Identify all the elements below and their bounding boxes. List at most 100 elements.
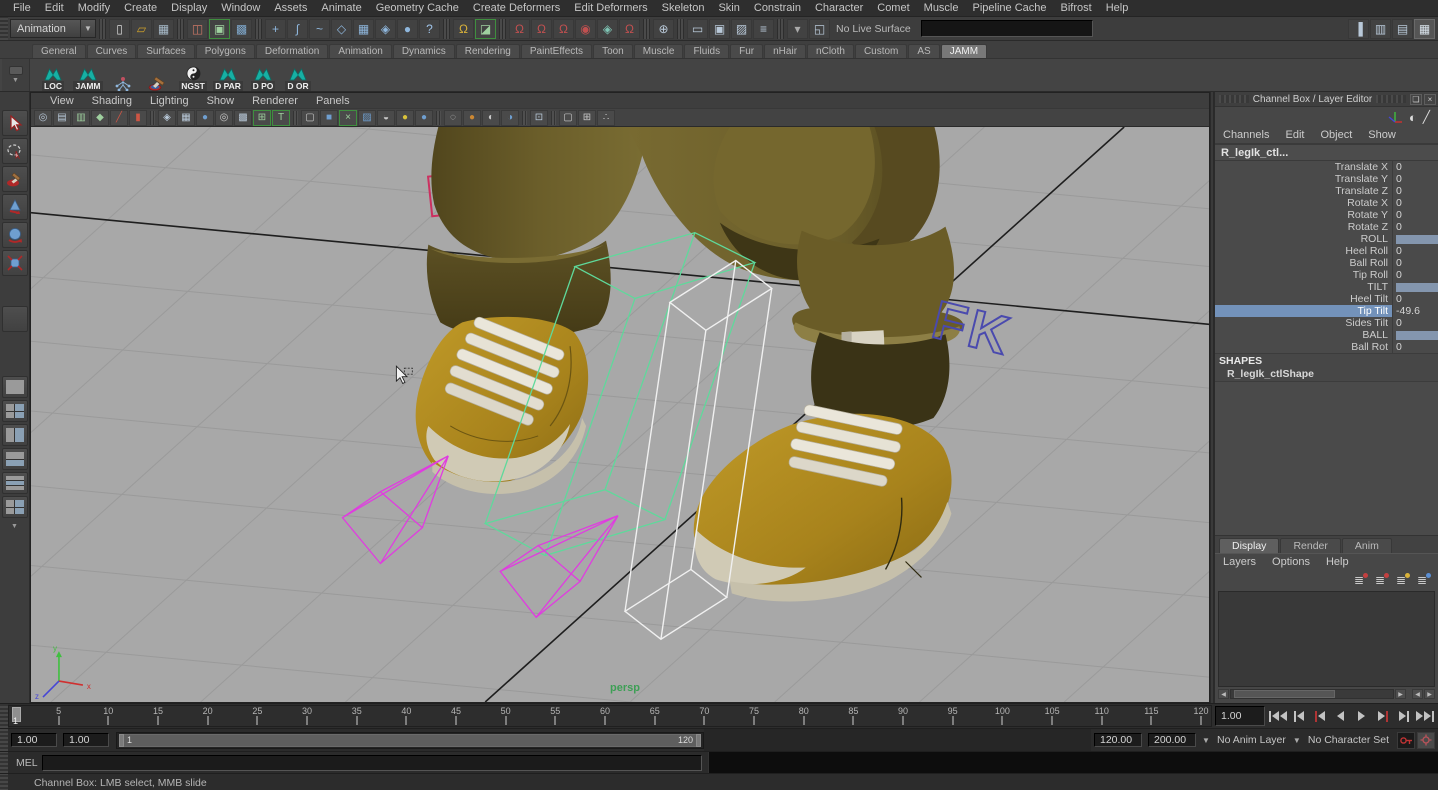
panel-drag-handle[interactable] bbox=[1219, 95, 1249, 103]
channel-box-object-name[interactable]: R_legIk_ctl... bbox=[1215, 144, 1438, 161]
channel-value-field[interactable] bbox=[1392, 329, 1438, 341]
channel-row-roll[interactable]: ROLL bbox=[1215, 233, 1438, 245]
shelf-menu-button[interactable] bbox=[9, 66, 23, 75]
shelf-item-d-par[interactable]: D PAR bbox=[211, 60, 245, 91]
use-default-material-icon[interactable]: ◒ bbox=[377, 110, 395, 126]
panel-menu-lighting[interactable]: Lighting bbox=[141, 95, 198, 107]
xray-icon[interactable]: ▢ bbox=[559, 110, 577, 126]
shelf-item-d-po[interactable]: D PO bbox=[246, 60, 280, 91]
character-left-leg[interactable] bbox=[416, 127, 648, 494]
channel-label[interactable]: Tip Tilt bbox=[1215, 305, 1392, 317]
modeling-toolkit-toggle-icon[interactable]: ▐ bbox=[1348, 19, 1369, 39]
shelf-tab-animation[interactable]: Animation bbox=[329, 44, 391, 58]
channel-row-translate-y[interactable]: Translate Y0 bbox=[1215, 173, 1438, 185]
status-line-separator[interactable] bbox=[677, 19, 684, 39]
menu-geometry-cache[interactable]: Geometry Cache bbox=[369, 2, 466, 14]
shelf-item-ngst[interactable]: NGST bbox=[176, 60, 210, 91]
range-slider[interactable]: 1 120 bbox=[116, 732, 704, 749]
menu-animate[interactable]: Animate bbox=[314, 2, 368, 14]
channel-value-field[interactable] bbox=[1392, 281, 1438, 293]
menu-constrain[interactable]: Constrain bbox=[747, 2, 808, 14]
menu-bifrost[interactable]: Bifrost bbox=[1054, 2, 1099, 14]
snap-to-point-icon[interactable]: Ω bbox=[553, 19, 574, 39]
create-layer-from-selected-icon[interactable]: ≣ bbox=[1414, 573, 1430, 587]
scale-tool-button[interactable] bbox=[2, 250, 28, 276]
channel-label[interactable]: Rotate X bbox=[1215, 197, 1392, 209]
bookmark-icon[interactable]: ◆ bbox=[91, 110, 109, 126]
time-slider-grip[interactable] bbox=[0, 704, 8, 728]
channel-value-field[interactable]: 0 bbox=[1392, 293, 1438, 305]
mel-command-input[interactable] bbox=[42, 755, 702, 771]
shelf-tab-rendering[interactable]: Rendering bbox=[456, 44, 520, 58]
shelf-item-brush[interactable] bbox=[141, 60, 175, 91]
persp-graph-layout-button[interactable] bbox=[2, 448, 28, 470]
stereo-camera-icon[interactable]: ◎ bbox=[34, 110, 52, 126]
range-slider-grip[interactable] bbox=[0, 729, 8, 751]
select-by-name-icon[interactable]: ◱ bbox=[809, 19, 830, 39]
help-line-grip[interactable] bbox=[0, 774, 8, 790]
channel-box-menu-object[interactable]: Object bbox=[1320, 129, 1368, 141]
save-scene-icon[interactable]: ▦ bbox=[153, 19, 174, 39]
channel-value-field[interactable]: 0 bbox=[1392, 173, 1438, 185]
step-forward-one-frame-button[interactable] bbox=[1373, 707, 1392, 726]
channel-value-field[interactable]: 0 bbox=[1392, 185, 1438, 197]
shelf-tab-deformation[interactable]: Deformation bbox=[256, 44, 328, 58]
channel-value-field[interactable]: 0 bbox=[1392, 245, 1438, 257]
persp-outliner-layout-button[interactable] bbox=[2, 424, 28, 446]
menu-edit[interactable]: Edit bbox=[38, 2, 71, 14]
channel-row-rotate-z[interactable]: Rotate Z0 bbox=[1215, 221, 1438, 233]
layer-scrollbar-thumb[interactable] bbox=[1234, 690, 1334, 698]
status-line-separator[interactable] bbox=[99, 19, 106, 39]
shelf-tab-dynamics[interactable]: Dynamics bbox=[393, 44, 455, 58]
channel-box-menu-edit[interactable]: Edit bbox=[1285, 129, 1320, 141]
channel-row-translate-z[interactable]: Translate Z0 bbox=[1215, 185, 1438, 197]
highlight-selection-icon[interactable]: ◪ bbox=[475, 19, 496, 39]
layer-tab-display[interactable]: Display bbox=[1219, 538, 1279, 553]
screen-space-ao-icon[interactable]: ◌ bbox=[444, 110, 462, 126]
channel-row-rotate-y[interactable]: Rotate Y0 bbox=[1215, 209, 1438, 221]
textured-icon[interactable]: ▨ bbox=[358, 110, 376, 126]
channel-label[interactable]: Tip Roll bbox=[1215, 269, 1392, 281]
multisample-aa-icon[interactable]: ◐ bbox=[482, 110, 500, 126]
smooth-shade-icon[interactable]: ■ bbox=[320, 110, 338, 126]
channel-label[interactable]: Ball Roll bbox=[1215, 257, 1392, 269]
character-set-dropdown[interactable]: No Character Set bbox=[1304, 734, 1393, 746]
quick-select-toggle-icon[interactable]: ▾ bbox=[787, 19, 808, 39]
channel-value-field[interactable] bbox=[1392, 233, 1438, 245]
manipulator-icon[interactable] bbox=[1387, 110, 1403, 124]
anim-layer-dropdown[interactable]: No Anim Layer bbox=[1213, 734, 1290, 746]
shelf-item-rig[interactable] bbox=[106, 60, 140, 91]
layer-list-area[interactable] bbox=[1218, 591, 1435, 687]
channel-row-rotate-x[interactable]: Rotate X0 bbox=[1215, 197, 1438, 209]
current-time-field[interactable]: 1.00 bbox=[1215, 706, 1265, 726]
field-chart-icon[interactable]: ◎ bbox=[215, 110, 233, 126]
panel-menu-view[interactable]: View bbox=[41, 95, 83, 107]
image-plane-icon[interactable]: ▥ bbox=[72, 110, 90, 126]
channel-value-field[interactable]: 0 bbox=[1392, 221, 1438, 233]
channel-row-ball-rot[interactable]: Ball Rot0 bbox=[1215, 341, 1438, 353]
range-slider-bar[interactable] bbox=[119, 734, 701, 747]
menu-create[interactable]: Create bbox=[117, 2, 164, 14]
layer-pane-right-button[interactable]: ▶ bbox=[1424, 689, 1435, 699]
panel-drag-handle[interactable] bbox=[1376, 95, 1406, 103]
menu-create-deformers[interactable]: Create Deformers bbox=[466, 2, 567, 14]
shelf-item-loc[interactable]: LOC bbox=[36, 60, 70, 91]
select-joints-icon[interactable]: ∫ bbox=[287, 19, 308, 39]
anim-layer-dropdown-arrow-icon[interactable]: ▼ bbox=[1199, 732, 1213, 748]
time-slider[interactable]: 1 51015202530354045505560657075808590951… bbox=[8, 705, 1212, 727]
channel-label[interactable]: ROLL bbox=[1215, 233, 1392, 245]
panel-menu-renderer[interactable]: Renderer bbox=[243, 95, 307, 107]
shelf-tab-muscle[interactable]: Muscle bbox=[634, 44, 684, 58]
go-to-playback-start-button[interactable] bbox=[1268, 707, 1287, 726]
character-set-dropdown-arrow-icon[interactable]: ▼ bbox=[1290, 732, 1304, 748]
snap-to-curve-icon[interactable]: Ω bbox=[531, 19, 552, 39]
speed-state-icon[interactable]: ◐ bbox=[1409, 110, 1417, 125]
outliner-persp-graph-layout-button[interactable] bbox=[2, 472, 28, 494]
channel-label[interactable]: Translate Y bbox=[1215, 173, 1392, 185]
wireframe-icon[interactable]: ▢ bbox=[301, 110, 319, 126]
channel-label[interactable]: Rotate Z bbox=[1215, 221, 1392, 233]
film-gate-icon[interactable]: ◈ bbox=[158, 110, 176, 126]
layer-tab-anim[interactable]: Anim bbox=[1342, 538, 1392, 553]
layer-menu-options[interactable]: Options bbox=[1272, 556, 1326, 568]
shadows-icon[interactable]: ● bbox=[415, 110, 433, 126]
